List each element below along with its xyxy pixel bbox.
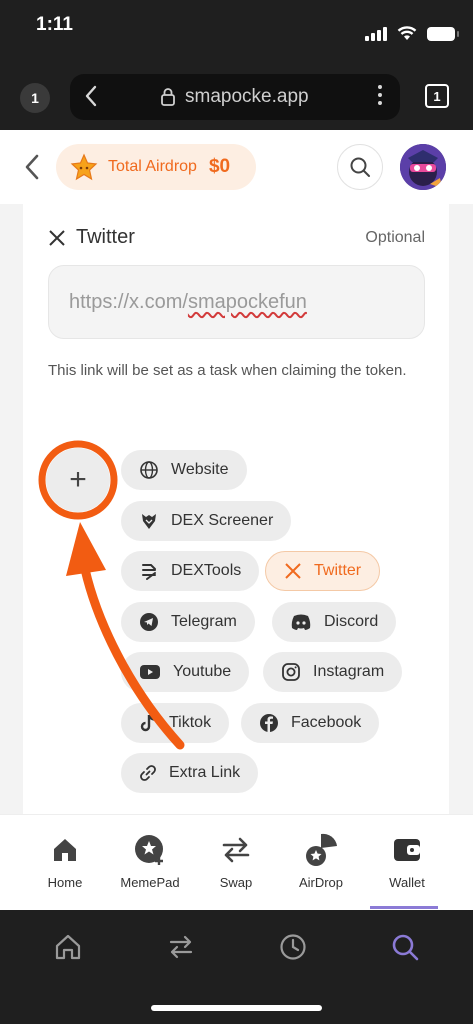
search-icon (350, 157, 370, 177)
chip-label: Extra Link (169, 764, 241, 781)
nav-memepad[interactable]: MemePad (110, 833, 190, 890)
browser-toolbar: 1 smapocke.app 1 (0, 62, 473, 130)
tiktok-icon (140, 714, 155, 732)
home-icon (54, 839, 76, 861)
avatar[interactable] (400, 144, 446, 190)
browser-history-icon[interactable] (278, 932, 308, 962)
memepad-icon (135, 835, 163, 865)
chip-label: Youtube (173, 663, 232, 680)
url-text: smapocke.app (185, 86, 309, 107)
x-icon (49, 229, 65, 246)
helper-text: This link will be set as a task when cla… (48, 362, 407, 379)
youtube-icon (140, 665, 160, 679)
home-indicator (151, 1005, 322, 1011)
chip-label: DEX Screener (171, 512, 274, 529)
lock-icon (161, 88, 175, 106)
chip-label: Instagram (313, 663, 385, 680)
link-icon (140, 765, 156, 781)
chip-extra-link[interactable]: Extra Link (121, 753, 259, 793)
chip-label: Twitter (314, 562, 362, 579)
airdrop-icon (306, 833, 337, 866)
instagram-icon (282, 663, 300, 681)
avatar-image (400, 144, 446, 190)
x-icon (285, 563, 301, 579)
status-icons (365, 26, 459, 41)
active-tab-indicator (370, 906, 438, 909)
tab-badge[interactable]: 1 (20, 83, 50, 113)
discord-icon (291, 614, 311, 630)
star-icon (70, 153, 98, 181)
optional-label: Optional (365, 229, 425, 246)
facebook-icon (260, 714, 278, 732)
url-prefix: https://x.com/ (69, 290, 188, 313)
chip-label: Website (171, 461, 229, 478)
url-handle: smapockefun (187, 290, 307, 313)
chip-dextools[interactable]: DEXTools (121, 551, 260, 591)
browser-search-icon[interactable] (390, 932, 420, 962)
battery-icon (427, 26, 459, 41)
app-header: Total Airdrop $0 (0, 130, 473, 204)
dexscreener-icon (142, 514, 156, 529)
chip-telegram[interactable]: Telegram (121, 602, 255, 642)
twitter-field-header: Twitter (48, 226, 135, 249)
nav-home[interactable]: Home (25, 833, 105, 890)
nav-label: Home (47, 875, 83, 890)
airdrop-value: $0 (208, 156, 231, 177)
status-time: 1:11 (36, 14, 73, 35)
chip-discord[interactable]: Discord (272, 602, 397, 642)
chip-label: DEXTools (171, 562, 242, 579)
nav-swap[interactable]: Swap (196, 833, 276, 890)
chip-label: Facebook (291, 714, 362, 731)
add-link-button[interactable]: + (46, 448, 110, 512)
more-vertical-icon[interactable] (378, 85, 382, 105)
chip-website[interactable]: Website (121, 450, 247, 490)
nav-label: AirDrop (298, 875, 344, 890)
chip-label: Tiktok (169, 714, 212, 731)
address-bar[interactable]: smapocke.app (70, 74, 400, 120)
nav-label: Wallet (389, 875, 425, 890)
back-icon[interactable] (22, 152, 42, 182)
nav-label: MemePad (120, 875, 180, 890)
globe-icon (140, 461, 158, 479)
browser-home-icon[interactable] (53, 932, 83, 962)
telegram-icon (140, 613, 158, 631)
signal-icon (365, 26, 387, 41)
chevron-left-icon[interactable] (84, 84, 98, 108)
chip-facebook[interactable]: Facebook (241, 703, 380, 743)
nav-wallet[interactable]: Wallet (367, 833, 447, 890)
chip-tiktok[interactable]: Tiktok (121, 703, 230, 743)
swap-icon (222, 837, 250, 863)
total-airdrop-badge[interactable]: Total Airdrop $0 (56, 144, 256, 190)
status-bar: 1:11 (0, 0, 473, 62)
wifi-icon (397, 26, 417, 40)
chip-dex-screener[interactable]: DEX Screener (121, 501, 292, 541)
nav-airdrop[interactable]: AirDrop (281, 833, 361, 890)
chip-label: Discord (324, 613, 379, 630)
tab-count-button[interactable]: 1 (425, 84, 449, 108)
wallet-icon (394, 839, 420, 861)
browser-switch-icon[interactable] (166, 932, 196, 962)
dextools-icon (142, 564, 156, 580)
bottom-nav: Home MemePad Swap AirDrop Wallet (0, 814, 473, 910)
chip-label: Telegram (171, 613, 237, 630)
chip-instagram[interactable]: Instagram (263, 652, 403, 692)
chip-youtube[interactable]: Youtube (121, 652, 250, 692)
twitter-field-title: Twitter (76, 226, 135, 248)
nav-label: Swap (219, 875, 253, 890)
chip-twitter[interactable]: Twitter (265, 551, 381, 591)
search-button[interactable] (337, 144, 383, 190)
twitter-url-input[interactable]: https://x.com/smapockefun (48, 265, 425, 339)
airdrop-label: Total Airdrop (108, 158, 197, 175)
